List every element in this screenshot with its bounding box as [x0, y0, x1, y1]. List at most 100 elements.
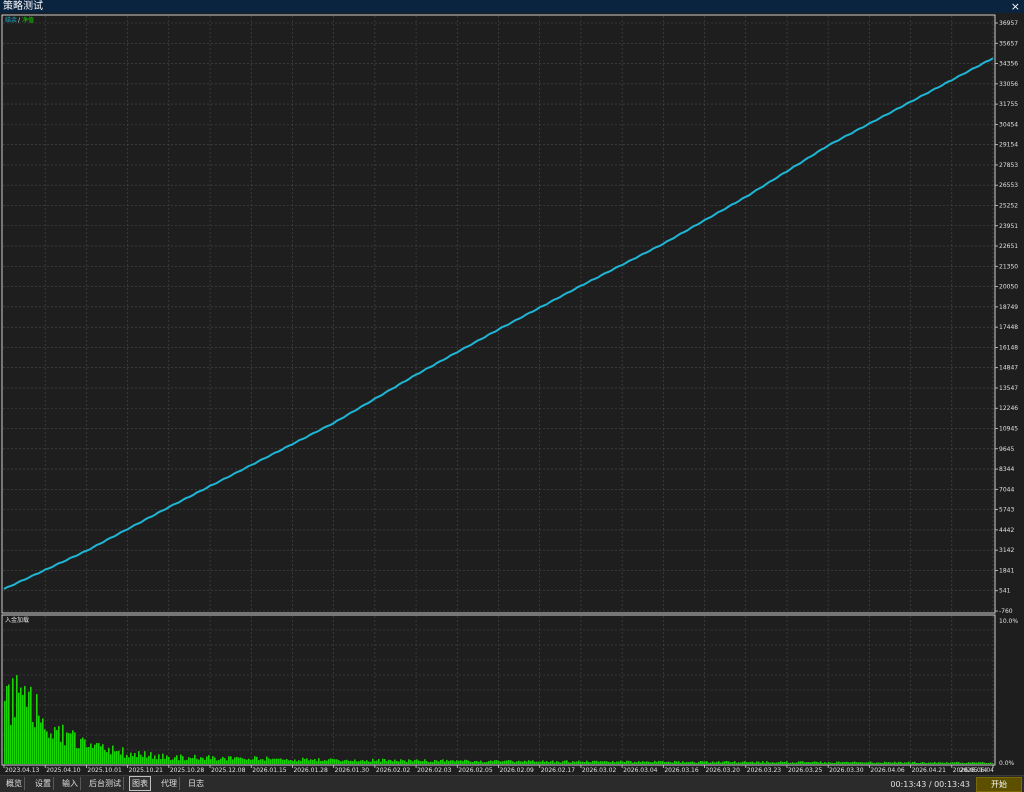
- load-bar: [96, 743, 98, 764]
- load-bar: [126, 754, 128, 764]
- load-chart-title: 入金加载: [5, 616, 29, 624]
- x-tick-label: 2026.03.23: [747, 767, 782, 774]
- load-bar: [544, 761, 546, 764]
- load-bar: [718, 761, 720, 764]
- tab-backtest[interactable]: 后台测试: [87, 777, 124, 790]
- load-bar: [774, 762, 776, 764]
- load-bar: [72, 730, 74, 764]
- load-bar: [468, 760, 470, 764]
- tab-overview[interactable]: 概览: [4, 777, 25, 790]
- load-bar: [56, 730, 58, 764]
- load-bar: [50, 733, 52, 764]
- load-bar: [906, 762, 908, 764]
- load-bar: [18, 692, 20, 764]
- tab-settings[interactable]: 设置: [33, 777, 54, 790]
- load-bar: [832, 762, 834, 764]
- load-bar: [346, 759, 348, 764]
- tab-inputs[interactable]: 输入: [60, 777, 81, 790]
- load-bar: [760, 762, 762, 764]
- load-bar: [956, 761, 958, 764]
- load-bar: [636, 762, 638, 764]
- load-bar: [886, 762, 888, 764]
- load-bar: [858, 762, 860, 764]
- load-bar: [116, 751, 118, 764]
- load-bar: [218, 759, 220, 764]
- load-bar: [402, 760, 404, 764]
- load-bar: [896, 762, 898, 764]
- load-bar: [836, 761, 838, 764]
- load-bar: [124, 757, 126, 764]
- load-bar: [776, 762, 778, 764]
- load-bar: [706, 761, 708, 764]
- y-tick-label: 4442: [999, 527, 1014, 534]
- load-bar: [562, 761, 564, 764]
- y-tick-label: 18749: [999, 304, 1018, 311]
- load-bar: [700, 761, 702, 764]
- load-bar: [812, 761, 814, 764]
- load-bar: [862, 762, 864, 764]
- load-bar: [818, 762, 820, 764]
- load-bar: [754, 762, 756, 764]
- load-bar: [756, 761, 758, 764]
- start-button[interactable]: 开始: [976, 777, 1022, 792]
- y-tick-label: 35657: [999, 40, 1018, 47]
- load-bar: [888, 762, 890, 764]
- load-bar: [590, 762, 592, 764]
- load-bar: [782, 762, 784, 764]
- y-tick-label: -760: [999, 608, 1013, 615]
- load-bar: [314, 759, 316, 764]
- load-bar: [82, 737, 84, 764]
- tab-graph[interactable]: 图表: [129, 776, 151, 791]
- load-bar: [748, 762, 750, 764]
- load-bar: [220, 758, 222, 764]
- load-bar: [770, 762, 772, 764]
- load-bar: [650, 762, 652, 764]
- load-bar: [360, 760, 362, 764]
- y-tick-label: 27853: [999, 162, 1018, 169]
- load-bar: [74, 732, 76, 764]
- load-bar: [510, 760, 512, 764]
- load-bar: [624, 762, 626, 764]
- load-bar: [908, 761, 910, 764]
- load-bar: [198, 759, 200, 764]
- load-bar: [576, 761, 578, 764]
- load-bar: [352, 761, 354, 764]
- x-tick-label: 2025.10.21: [129, 767, 164, 774]
- load-bar: [328, 759, 330, 764]
- load-bar: [554, 762, 556, 764]
- load-bar: [654, 760, 656, 764]
- x-tick-label: 2026.03.02: [582, 767, 617, 774]
- load-bar: [950, 762, 952, 764]
- load-bar: [830, 762, 832, 764]
- load-bar: [294, 759, 296, 764]
- x-tick-label: 2023.04.13: [5, 767, 40, 774]
- load-bar: [94, 744, 96, 764]
- load-bar: [282, 759, 284, 764]
- x-tick-label: 2026.06.04: [960, 767, 995, 774]
- y-tick-label: 541: [999, 588, 1011, 595]
- load-bar: [868, 762, 870, 764]
- load-bar: [644, 761, 646, 764]
- load-bar: [538, 761, 540, 764]
- load-bar: [202, 757, 204, 764]
- tab-agents[interactable]: 代理: [159, 777, 180, 790]
- load-bar: [560, 762, 562, 764]
- tab-journal[interactable]: 日志: [186, 777, 206, 790]
- load-bar: [534, 761, 536, 764]
- load-bar: [242, 758, 244, 764]
- load-bar: [410, 760, 412, 764]
- load-bar: [110, 754, 112, 764]
- load-bar: [954, 762, 956, 764]
- x-tick-label: 2026.03.30: [829, 767, 864, 774]
- x-tick-label: 2026.01.15: [252, 767, 287, 774]
- load-bar: [486, 761, 488, 764]
- load-bar: [688, 762, 690, 764]
- load-bar: [456, 760, 458, 764]
- load-bar: [696, 762, 698, 764]
- load-bar: [622, 761, 624, 764]
- load-bar: [492, 761, 494, 764]
- load-bar: [382, 758, 384, 764]
- load-bar: [434, 760, 436, 764]
- load-bar: [246, 759, 248, 764]
- close-icon[interactable]: ×: [1011, 0, 1020, 13]
